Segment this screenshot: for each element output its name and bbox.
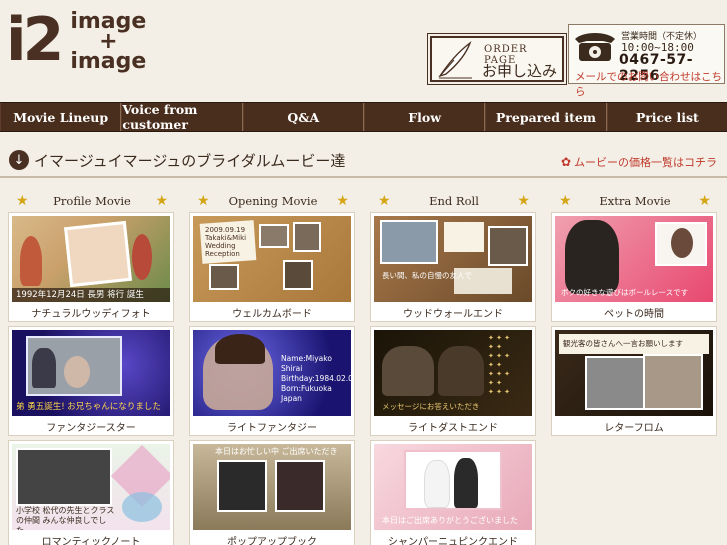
section-divider: [0, 176, 727, 178]
movie-thumbnail: 観光客の皆さんへ一言お願いします: [555, 330, 713, 416]
movie-thumbnail: ✦ ✦ ✦ ✦ ✦ ✦ ✦ ✦ ✦ ✦ ✦ ✦ ✦ ✦ ✦ ✦ ✦ ✦ メッセージにお答えい…: [374, 330, 532, 416]
column-header-endroll: ★ End Roll ★: [378, 192, 530, 210]
email-contact-link[interactable]: メールでのお問い合わせはこちら: [575, 69, 724, 99]
thumbnail-overlay-text: 弟 勇五誕生! お兄ちゃんになりました: [16, 402, 161, 412]
movie-card[interactable]: Name:Miyako Shirai Birthday:1984.02.02 B…: [189, 326, 355, 436]
movie-title: ウッドウォールエンド: [403, 309, 503, 320]
movie-title: ウェルカムボード: [232, 309, 312, 320]
nav-flow[interactable]: Flow: [363, 103, 486, 131]
star-icon: ★: [197, 193, 210, 209]
nav-price-list[interactable]: Price list: [606, 103, 727, 131]
movie-thumbnail: ボクの好きな遊びはボールレースです: [555, 216, 713, 302]
movie-card[interactable]: 本日はお忙しい中 ご出席いただき ポップアップブック: [189, 440, 355, 545]
nav-voice-from-customer[interactable]: Voice from customer: [121, 102, 243, 132]
star-icon: ★: [517, 193, 530, 209]
movie-thumbnail: 1992年12月24日 長男 将行 誕生: [12, 216, 170, 302]
star-icon: ★: [336, 193, 349, 209]
movie-title: ファンタジースター: [46, 423, 136, 434]
star-icon: ★: [559, 193, 572, 209]
star-icon: ★: [16, 193, 29, 209]
thumbnail-overlay-text: 小学校 松代の先生とクラスの仲間 みんな仲良しでした。: [16, 506, 115, 530]
thumbnail-overlay-text: 2009.09.19 Takaki&Miki Wedding Reception: [205, 226, 247, 258]
thumbnail-overlay-text: 本日はお忙しい中 ご出席いただき: [215, 447, 338, 456]
movie-thumbnail: 小学校 松代の先生とクラスの仲間 みんな仲良しでした。: [12, 444, 170, 530]
movie-card[interactable]: ✦ ✦ ✦ ✦ ✦ ✦ ✦ ✦ ✦ ✦ ✦ ✦ ✦ ✦ ✦ ✦ ✦ ✦ メッセージにお答えい…: [370, 326, 536, 436]
star-icon: ★: [155, 193, 168, 209]
column-title: Extra Movie: [599, 194, 671, 208]
star-icon: ★: [698, 193, 711, 209]
logo-mark: i2: [6, 5, 64, 75]
movie-card[interactable]: 1992年12月24日 長男 将行 誕生 ナチュラルウッディフォト: [8, 212, 174, 322]
down-arrow-icon: ↓: [9, 150, 29, 170]
contact-box: 営業時間（不定休） 10:00~18:00 0467-57-2256 メールでの…: [568, 24, 725, 98]
thumbnail-overlay-text: ボクの好きな遊びはボールレースです: [561, 288, 689, 297]
movie-card[interactable]: 2009.09.19 Takaki&Miki Wedding Reception…: [189, 212, 355, 322]
flower-icon: ✿: [560, 155, 571, 169]
nav-prepared-item[interactable]: Prepared item: [485, 103, 607, 131]
column-header-opening: ★ Opening Movie ★: [197, 192, 349, 210]
nav-movie-lineup[interactable]: Movie Lineup: [0, 103, 122, 131]
section-title: イマージュイマージュのブライダルムービー達: [34, 152, 346, 170]
column-title: End Roll: [429, 194, 479, 208]
movie-title: ライトダストエンド: [408, 423, 498, 434]
movie-card[interactable]: 小学校 松代の先生とクラスの仲間 みんな仲良しでした。 ロマンティックノート: [8, 440, 174, 545]
site-header: i2 image + image ORDER PAGE お申し込み 営業時間（不…: [0, 0, 727, 98]
movie-thumbnail: 長い間、私の自慢の友人で: [374, 216, 532, 302]
price-list-link[interactable]: ✿ ムービーの価格一覧はコチラ: [561, 154, 717, 170]
section-header: ↓ イマージュイマージュのブライダルムービー達 ✿ ムービーの価格一覧はコチラ: [0, 144, 727, 178]
star-icon: ★: [378, 193, 391, 209]
movie-title: レターフロム: [604, 423, 664, 434]
thumbnail-overlay-text: 本日はご出席ありがとうございました: [382, 516, 518, 525]
quill-pen-icon: [438, 41, 472, 79]
site-logo[interactable]: i2 image + image: [6, 5, 147, 75]
thumbnail-overlay-text: 長い間、私の自慢の友人で: [382, 271, 472, 280]
movie-card[interactable]: ボクの好きな遊びはボールレースです ペットの時間: [551, 212, 717, 322]
column-title: Profile Movie: [53, 194, 131, 208]
order-page-label-jp: お申し込み: [482, 62, 558, 80]
movie-title: ロマンティックノート: [41, 537, 141, 545]
column-title: Opening Movie: [228, 194, 318, 208]
thumbnail-overlay-text: メッセージにお答えいただき: [382, 402, 480, 411]
thumbnail-overlay-text: 1992年12月24日 長男 将行 誕生: [16, 290, 144, 300]
thumbnail-overlay-text: 観光客の皆さんへ一言お願いします: [563, 339, 683, 348]
telephone-icon: [575, 33, 615, 61]
nav-qa[interactable]: Q&A: [242, 103, 364, 131]
price-list-link-label: ムービーの価格一覧はコチラ: [574, 156, 717, 169]
movie-thumbnail: 2009.09.19 Takaki&Miki Wedding Reception: [193, 216, 351, 302]
movie-card[interactable]: 観光客の皆さんへ一言お願いします レターフロム: [551, 326, 717, 436]
movie-title: ライトファンタジー: [227, 423, 317, 434]
movie-thumbnail: 弟 勇五誕生! お兄ちゃんになりました: [12, 330, 170, 416]
movie-thumbnail: Name:Miyako Shirai Birthday:1984.02.02 B…: [193, 330, 351, 416]
order-page-button[interactable]: ORDER PAGE お申し込み: [427, 33, 567, 85]
movie-thumbnail: 本日はご出席ありがとうございました: [374, 444, 532, 530]
movie-title: ペットの時間: [604, 309, 664, 320]
movie-title: シャンパーニュピンクエンド: [388, 537, 518, 545]
movie-card[interactable]: 長い間、私の自慢の友人で ウッドウォールエンド: [370, 212, 536, 322]
movie-card[interactable]: 弟 勇五誕生! お兄ちゃんになりました ファンタジースター: [8, 326, 174, 436]
column-header-profile: ★ Profile Movie ★: [16, 192, 168, 210]
thumbnail-overlay-text: Name:Miyako Shirai Birthday:1984.02.02 B…: [281, 354, 351, 403]
movie-card[interactable]: 本日はご出席ありがとうございました シャンパーニュピンクエンド: [370, 440, 536, 545]
logo-wordmark: image + image: [70, 11, 147, 74]
main-nav: Movie Lineup Voice from customer Q&A Flo…: [0, 102, 727, 132]
column-header-extra: ★ Extra Movie ★: [559, 192, 711, 210]
logo-word-2: image: [70, 49, 147, 74]
movie-title: ポップアップブック: [227, 537, 317, 545]
movie-thumbnail: 本日はお忙しい中 ご出席いただき: [193, 444, 351, 530]
movie-title: ナチュラルウッディフォト: [31, 309, 151, 320]
